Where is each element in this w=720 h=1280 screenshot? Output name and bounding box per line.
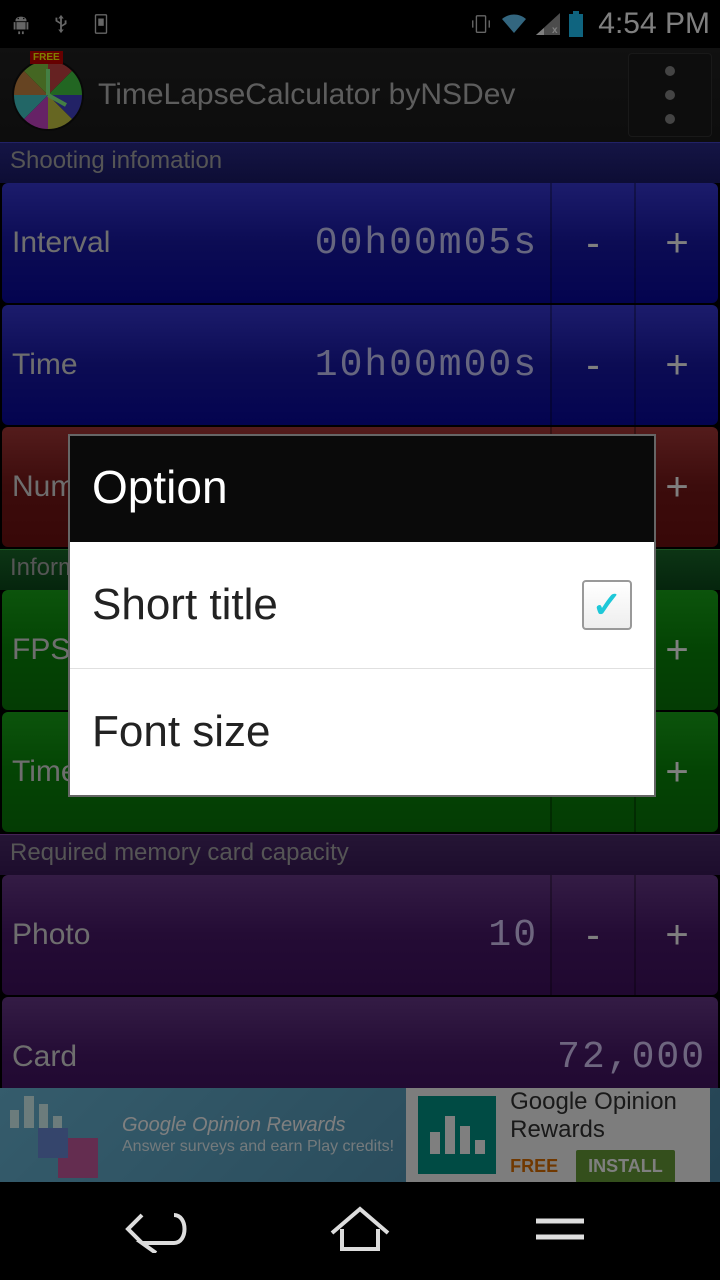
short-title-label: Short title	[92, 580, 278, 630]
dialog-title: Option	[70, 436, 654, 542]
option-dialog: Option Short title ✓ Font size	[68, 434, 656, 797]
nav-recent-button[interactable]	[524, 1205, 596, 1258]
nav-home-button[interactable]	[324, 1205, 396, 1258]
font-size-label: Font size	[92, 707, 271, 757]
navigation-bar	[0, 1182, 720, 1280]
short-title-checkbox[interactable]: ✓	[582, 580, 632, 630]
dialog-item-font-size[interactable]: Font size	[70, 669, 654, 795]
dialog-item-short-title[interactable]: Short title ✓	[70, 542, 654, 669]
check-icon: ✓	[592, 584, 622, 626]
nav-back-button[interactable]	[124, 1205, 196, 1258]
